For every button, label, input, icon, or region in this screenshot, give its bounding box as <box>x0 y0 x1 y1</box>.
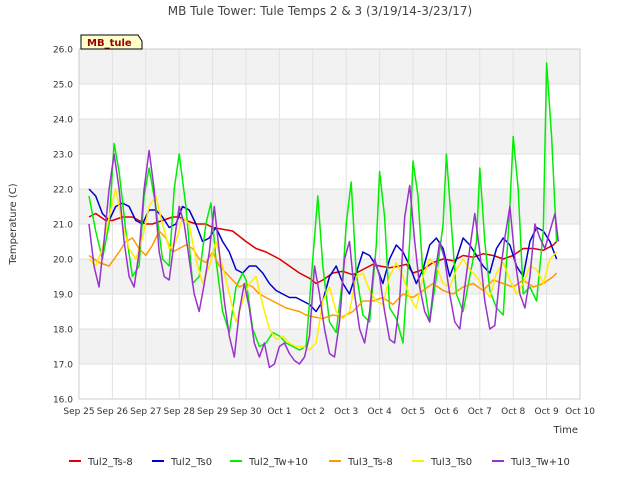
y-tick-label: 25.0 <box>53 81 73 91</box>
legend-label: Tul2_Tw+10 <box>248 457 308 468</box>
x-tick-label: Sep 30 <box>230 407 262 417</box>
x-tick-label: Oct 8 <box>501 407 525 417</box>
y-tick-label: 19.0 <box>53 291 73 301</box>
annotation-label: MB_tule <box>87 38 132 49</box>
legend-item: Tul2_Ts0 <box>152 457 212 468</box>
x-tick-label: Oct 3 <box>334 407 358 417</box>
legend-item: Tul3_Tw+10 <box>492 457 570 468</box>
plot-band <box>79 119 580 154</box>
legend-label: Tul2_Ts-8 <box>87 457 133 468</box>
y-tick-label: 17.0 <box>53 361 73 371</box>
x-tick-labels: Sep 25 Sep 26 Sep 27 Sep 28 Sep 29 Sep 30 Oct … <box>63 407 595 417</box>
y-tick-label: 22.0 <box>53 186 73 196</box>
legend-label: Tul3_Ts-8 <box>347 457 393 468</box>
x-tick-label: Oct 10 <box>565 407 595 417</box>
legend-item: Tul3_Ts-8 <box>329 457 393 468</box>
x-axis-label: Time <box>553 425 578 436</box>
line-chart: 16.0 17.0 18.0 19.0 20.0 21.0 22.0 23.0 24.0 25.0… <box>8 4 595 468</box>
x-tick-label: Oct 4 <box>368 407 392 417</box>
legend-item: Tul2_Tw+10 <box>230 457 308 468</box>
x-tick-label: Sep 26 <box>97 407 129 417</box>
x-tick-label: Oct 9 <box>535 407 559 417</box>
y-tick-label: 24.0 <box>53 116 73 126</box>
y-tick-label: 20.0 <box>53 256 73 266</box>
chart-title: MB Tule Tower: Tule Temps 2 & 3 (3/19/14… <box>168 4 472 18</box>
x-tick-label: Sep 29 <box>197 407 229 417</box>
plot-band <box>79 329 580 364</box>
y-tick-label: 23.0 <box>53 151 73 161</box>
annotation-box: MB_tule <box>80 34 143 50</box>
x-tick-label: Oct 1 <box>267 407 291 417</box>
y-tick-labels: 16.0 17.0 18.0 19.0 20.0 21.0 22.0 23.0 24.0 25.0… <box>53 46 73 406</box>
legend-label: Tul3_Tw+10 <box>510 457 570 468</box>
y-tick-label: 26.0 <box>53 46 73 56</box>
x-tick-label: Sep 28 <box>164 407 196 417</box>
x-tick-label: Oct 7 <box>468 407 492 417</box>
y-tick-label: 18.0 <box>53 326 73 336</box>
legend-item: Tul3_Ts0 <box>412 457 472 468</box>
legend-label: Tul3_Ts0 <box>430 457 472 468</box>
legend-item: Tul2_Ts-8 <box>69 457 133 468</box>
x-tick-label: Oct 2 <box>301 407 325 417</box>
plot-band <box>79 49 580 84</box>
x-tick-label: Sep 25 <box>63 407 94 417</box>
y-tick-label: 21.0 <box>53 221 73 231</box>
x-tick-label: Oct 6 <box>434 407 458 417</box>
x-tick-label: Oct 5 <box>401 407 425 417</box>
x-tick-label: Sep 27 <box>130 407 161 417</box>
legend: Tul2_Ts-8 Tul2_Ts0 Tul2_Tw+10 Tul3_Ts-8 Tul3… <box>69 457 570 468</box>
legend-label: Tul2_Ts0 <box>170 457 212 468</box>
y-axis-label: Temperature (C) <box>8 183 19 265</box>
y-tick-label: 16.0 <box>53 396 73 406</box>
